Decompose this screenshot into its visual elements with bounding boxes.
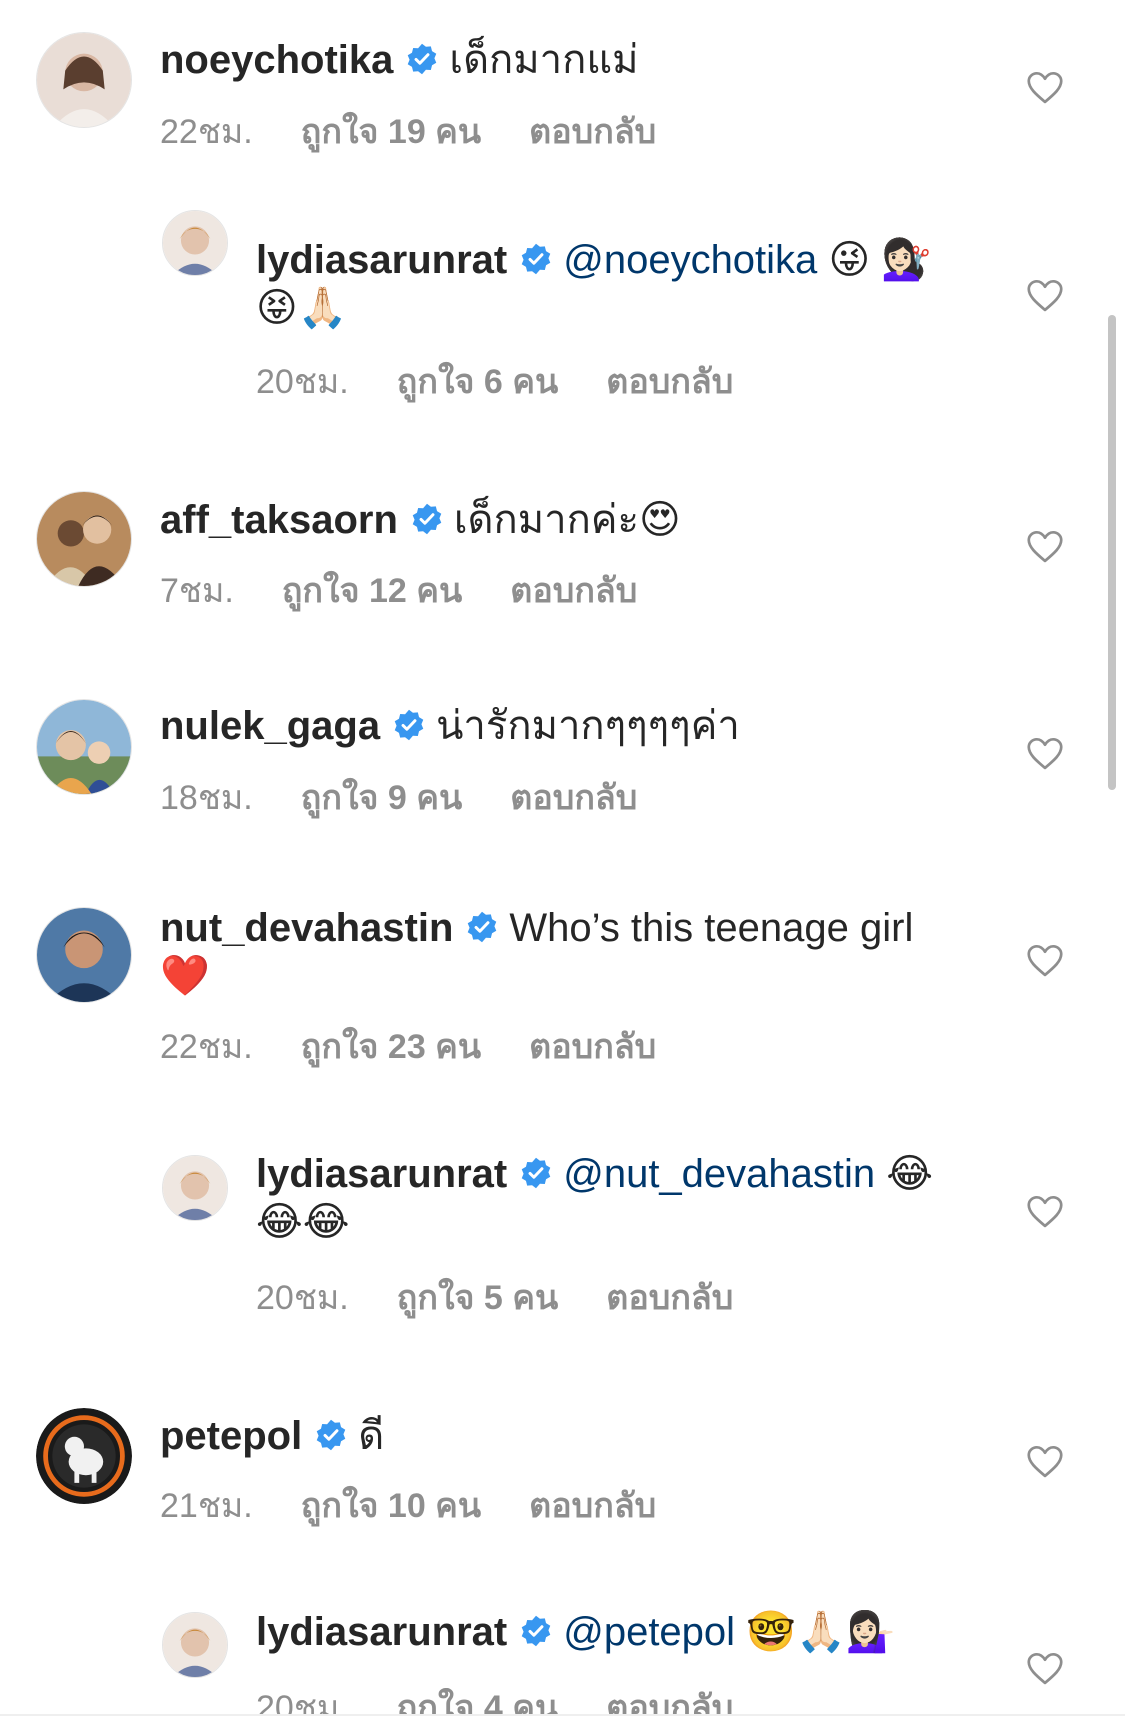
mention-link[interactable]: @nut_devahastin [563,1152,875,1196]
reply-button[interactable]: ตอบกลับ [606,1688,733,1714]
username[interactable]: nulek_gaga [160,704,380,748]
heart-icon[interactable] [1026,1652,1064,1686]
comment-meta: 20ชม. ถูกใจ 4 คน ตอบกลับ [256,1688,733,1714]
comment-meta: 22ชม. ถูกใจ 19 คน ตอบกลับ [160,112,656,152]
reply-button[interactable]: ตอบกลับ [529,1486,656,1526]
likes-count[interactable]: ถูกใจ 23 คน [301,1027,481,1067]
likes-count[interactable]: ถูกใจ 19 คน [301,112,481,152]
verified-badge-icon [519,242,553,276]
likes-count[interactable]: ถูกใจ 5 คน [397,1278,558,1318]
timestamp: 20ชม. [256,363,349,401]
comment-body: น่ารักมากๆๆๆๆค่า [436,704,740,748]
verified-badge-icon [392,708,426,742]
avatar[interactable] [162,1612,228,1678]
scrollbar[interactable] [1108,315,1116,790]
verified-badge-icon [410,502,444,536]
timestamp: 7ชม. [160,572,234,610]
avatar[interactable] [36,32,132,128]
verified-badge-icon [519,1156,553,1190]
timestamp: 22ชม. [160,1028,253,1066]
comment-text: lydiasarunrat @nut_devahastin 😂😂😂 [256,1150,956,1246]
username[interactable]: lydiasarunrat [256,1610,507,1654]
comment-body: ดี [358,1414,385,1458]
comment-text: petepol ดี [160,1412,1000,1460]
heart-icon[interactable] [1026,279,1064,313]
heart-icon[interactable] [1026,1195,1064,1229]
mention-link[interactable]: @petepol [563,1610,735,1654]
comment-text: noeychotika เด็กมากแม่ [160,36,1000,84]
avatar[interactable] [36,699,132,795]
comment-meta: 20ชม. ถูกใจ 6 คน ตอบกลับ [256,362,733,402]
comment-text: nut_devahastin Who’s this teenage girl ❤️ [160,904,920,1000]
likes-count[interactable]: ถูกใจ 4 คน [397,1688,558,1714]
timestamp: 20ชม. [256,1279,349,1317]
verified-badge-icon [405,42,439,76]
verified-badge-icon [314,1418,348,1452]
heart-icon[interactable] [1026,530,1064,564]
comment-text: nulek_gaga น่ารักมากๆๆๆๆค่า [160,702,1000,750]
username[interactable]: aff_taksaorn [160,498,398,542]
heart-icon[interactable] [1026,944,1064,978]
likes-count[interactable]: ถูกใจ 10 คน [301,1486,481,1526]
avatar[interactable] [162,210,228,276]
timestamp: 22ชม. [160,113,253,151]
comment-meta: 20ชม. ถูกใจ 5 คน ตอบกลับ [256,1278,733,1318]
comment-text: lydiasarunrat @petepol 🤓🙏🏻💁🏻‍♀️ [256,1608,976,1656]
comment-meta: 22ชม. ถูกใจ 23 คน ตอบกลับ [160,1027,656,1067]
comment-meta: 21ชม. ถูกใจ 10 คน ตอบกลับ [160,1486,656,1526]
reply-button[interactable]: ตอบกลับ [606,362,733,402]
avatar[interactable] [162,1155,228,1221]
likes-count[interactable]: ถูกใจ 6 คน [397,362,558,402]
heart-icon[interactable] [1026,737,1064,771]
avatar[interactable] [36,1408,132,1504]
comment-body: 🤓🙏🏻💁🏻‍♀️ [746,1610,896,1654]
heart-icon[interactable] [1026,71,1064,105]
heart-icon[interactable] [1026,1445,1064,1479]
avatar[interactable] [36,907,132,1003]
username[interactable]: lydiasarunrat [256,238,507,282]
reply-button[interactable]: ตอบกลับ [510,778,637,818]
avatar[interactable] [36,491,132,587]
timestamp: 18ชม. [160,779,253,817]
comment-list: noeychotika เด็กมากแม่ 22ชม. ถูกใจ 19 คน ตอ… [0,0,1125,1725]
likes-count[interactable]: ถูกใจ 9 คน [301,778,462,818]
verified-badge-icon [465,910,499,944]
mention-link[interactable]: @noeychotika [563,238,817,282]
timestamp: 21ชม. [160,1487,253,1525]
timestamp: 20ชม. [256,1689,349,1714]
username[interactable]: petepol [160,1414,302,1458]
reply-button[interactable]: ตอบกลับ [529,112,656,152]
username[interactable]: noeychotika [160,38,393,82]
comment-text: lydiasarunrat @noeychotika 😜 💇🏻‍♀️😝🙏🏻 [256,236,956,332]
reply-button[interactable]: ตอบกลับ [510,571,637,611]
verified-badge-icon [519,1614,553,1648]
divider [0,1714,1125,1716]
comment-body: เด็กมากค่ะ😍 [453,498,681,542]
reply-button[interactable]: ตอบกลับ [529,1027,656,1067]
username[interactable]: lydiasarunrat [256,1152,507,1196]
comment-body: เด็กมากแม่ [449,38,639,82]
comment-meta: 18ชม. ถูกใจ 9 คน ตอบกลับ [160,778,637,818]
comment-meta: 7ชม. ถูกใจ 12 คน ตอบกลับ [160,571,637,611]
likes-count[interactable]: ถูกใจ 12 คน [282,571,462,611]
comment-text: aff_taksaorn เด็กมากค่ะ😍 [160,496,1000,544]
username[interactable]: nut_devahastin [160,906,453,950]
reply-button[interactable]: ตอบกลับ [606,1278,733,1318]
